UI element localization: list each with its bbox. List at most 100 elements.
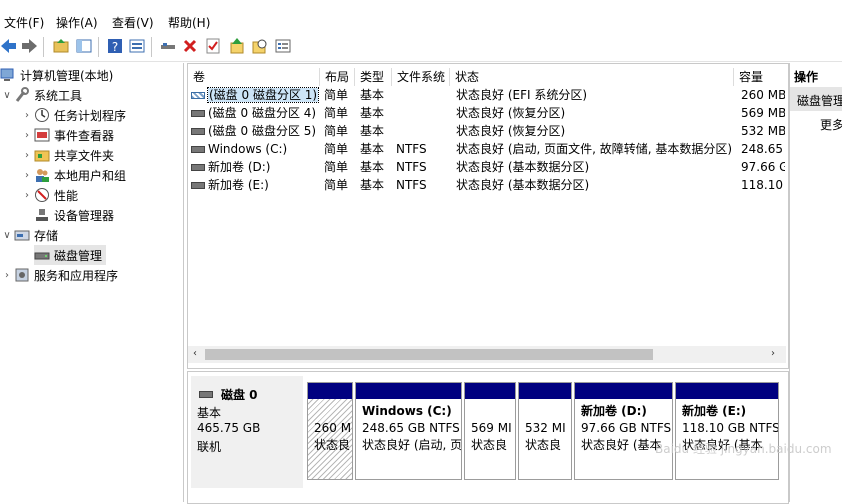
volume-type: 基本 [360, 124, 385, 138]
tree-item-system-tools[interactable]: ∨ 系统工具 [0, 85, 82, 105]
tree-item-local-users[interactable]: › 本地用户和组 [20, 165, 126, 185]
volume-icon [191, 110, 205, 117]
tree-item-shared-folders[interactable]: › 共享文件夹 [20, 145, 114, 165]
column-header-filesystem[interactable]: 文件系统 [392, 68, 450, 86]
volume-icon [191, 128, 205, 135]
delete-icon[interactable] [181, 37, 199, 55]
volume-layout: 简单 [324, 160, 349, 174]
volume-filesystem: NTFS [396, 178, 427, 192]
partition-bar [676, 383, 778, 399]
actions-item-disk-management: 磁盘管理 [797, 94, 842, 108]
horizontal-scrollbar[interactable]: ‹ › [188, 346, 786, 363]
partition-block[interactable]: 569 MI 状态良 [464, 382, 516, 480]
tree-label-event-viewer: 事件查看器 [54, 128, 115, 143]
partition-size: 97.66 GB NTFS [581, 421, 672, 435]
volume-type: 基本 [360, 142, 385, 156]
chevron-down-icon[interactable]: ∨ [0, 230, 14, 241]
volume-name: (磁盘 0 磁盘分区 5) [208, 124, 317, 138]
partition-bar [519, 383, 571, 399]
partition-bar [465, 383, 515, 399]
back-icon[interactable] [0, 37, 18, 55]
tree-item-root[interactable]: 计算机管理(本地) [0, 65, 113, 85]
partition-block[interactable]: 新加卷 (E:) 118.10 GB NTFS 状态良好 (基本 [675, 382, 779, 480]
toolbar-separator [98, 37, 99, 57]
tree-item-storage[interactable]: ∨ 存储 [0, 225, 58, 245]
event-viewer-icon [34, 127, 50, 143]
properties-icon[interactable] [128, 37, 146, 55]
volume-capacity: 532 MB [741, 124, 785, 138]
settings-icon[interactable] [274, 37, 292, 55]
show-tree-icon[interactable] [75, 37, 93, 55]
import-icon[interactable] [228, 37, 246, 55]
volume-status: 状态良好 (恢复分区) [456, 124, 566, 138]
tree-label-local-users: 本地用户和组 [54, 168, 127, 183]
column-header-layout[interactable]: 布局 [320, 68, 355, 86]
check-icon[interactable] [204, 37, 222, 55]
tree-item-services[interactable]: › 服务和应用程序 [0, 265, 118, 285]
chevron-right-icon[interactable]: › [20, 150, 34, 161]
tree-item-device-manager[interactable]: 设备管理器 [34, 205, 114, 225]
menu-action[interactable]: 操作(A) [56, 14, 98, 31]
volume-name: (磁盘 0 磁盘分区 4) [208, 106, 317, 120]
disk-label[interactable]: 磁盘 0 基本 465.75 GB 联机 [191, 376, 303, 488]
tree-item-performance[interactable]: › 性能 [20, 185, 78, 205]
storage-icon [14, 227, 30, 243]
partition-block[interactable]: 260 M 状态良 [307, 382, 353, 480]
column-header-capacity[interactable]: 容量 [734, 68, 788, 86]
scroll-right-icon[interactable]: › [771, 348, 775, 359]
partition-status: 状态良 [471, 438, 508, 452]
partition-title: 新加卷 (E:) [682, 404, 747, 418]
volume-icon [191, 182, 205, 189]
actions-section[interactable]: 磁盘管理 [790, 87, 842, 111]
toolbar: ? [0, 33, 842, 62]
clock-icon [34, 107, 50, 123]
volume-type: 基本 [360, 178, 385, 192]
chevron-right-icon[interactable]: › [20, 110, 34, 121]
menu-help[interactable]: 帮助(H) [168, 14, 210, 31]
volume-icon [191, 164, 205, 171]
volume-status: 状态良好 (基本数据分区) [456, 160, 590, 174]
column-header-status[interactable]: 状态 [450, 68, 734, 86]
partition-title [525, 403, 567, 420]
tree-item-task-scheduler[interactable]: › 任务计划程序 [20, 105, 126, 125]
toolbar-separator [151, 37, 152, 57]
volume-icon [191, 146, 205, 153]
chevron-right-icon[interactable]: › [0, 270, 14, 281]
computer-management-icon [0, 67, 16, 83]
tree-label-performance: 性能 [54, 188, 79, 203]
scrollbar-thumb[interactable] [205, 349, 653, 360]
menu-file[interactable]: 文件(F) [4, 14, 44, 31]
connect-icon[interactable] [159, 37, 177, 55]
menu-view[interactable]: 查看(V) [112, 14, 154, 31]
partition-size: 260 M [314, 421, 352, 435]
up-folder-icon[interactable] [52, 37, 70, 55]
forward-icon[interactable] [20, 37, 38, 55]
volume-type: 基本 [360, 160, 385, 174]
partition-block[interactable]: Windows (C:) 248.65 GB NTFS 状态良好 (启动, 页 [355, 382, 462, 480]
device-manager-icon [34, 207, 50, 223]
partition-block[interactable]: 新加卷 (D:) 97.66 GB NTFS 状态良好 (基本 [574, 382, 673, 480]
volume-filesystem: NTFS [396, 160, 427, 174]
actions-more[interactable]: 更多 [820, 116, 842, 133]
volume-status: 状态良好 (基本数据分区) [456, 178, 590, 192]
tree-label-root: 计算机管理(本地) [20, 68, 114, 83]
partition-status: 状态良 [525, 438, 562, 452]
chevron-right-icon[interactable]: › [20, 170, 34, 181]
column-header-type[interactable]: 类型 [355, 68, 392, 86]
volume-layout: 简单 [324, 106, 349, 120]
tree-item-disk-management[interactable]: 磁盘管理 [34, 245, 106, 265]
chevron-right-icon[interactable]: › [20, 190, 34, 201]
tree-item-event-viewer[interactable]: › 事件查看器 [20, 125, 114, 145]
partition-size: 569 MI [471, 421, 512, 435]
chevron-down-icon[interactable]: ∨ [0, 90, 14, 101]
scroll-left-icon[interactable]: ‹ [193, 348, 197, 359]
partition-block[interactable]: 532 MI 状态良 [518, 382, 572, 480]
search-icon[interactable] [251, 37, 269, 55]
menu-bar: 文件(F) 操作(A) 查看(V) 帮助(H) [0, 0, 842, 33]
volume-capacity: 569 MB [741, 106, 785, 120]
chevron-right-icon[interactable]: › [20, 130, 34, 141]
volume-layout: 简单 [324, 88, 349, 102]
column-header-volume[interactable]: 卷 [188, 68, 320, 86]
tree-label-services: 服务和应用程序 [34, 268, 119, 283]
help-icon[interactable]: ? [106, 37, 124, 55]
